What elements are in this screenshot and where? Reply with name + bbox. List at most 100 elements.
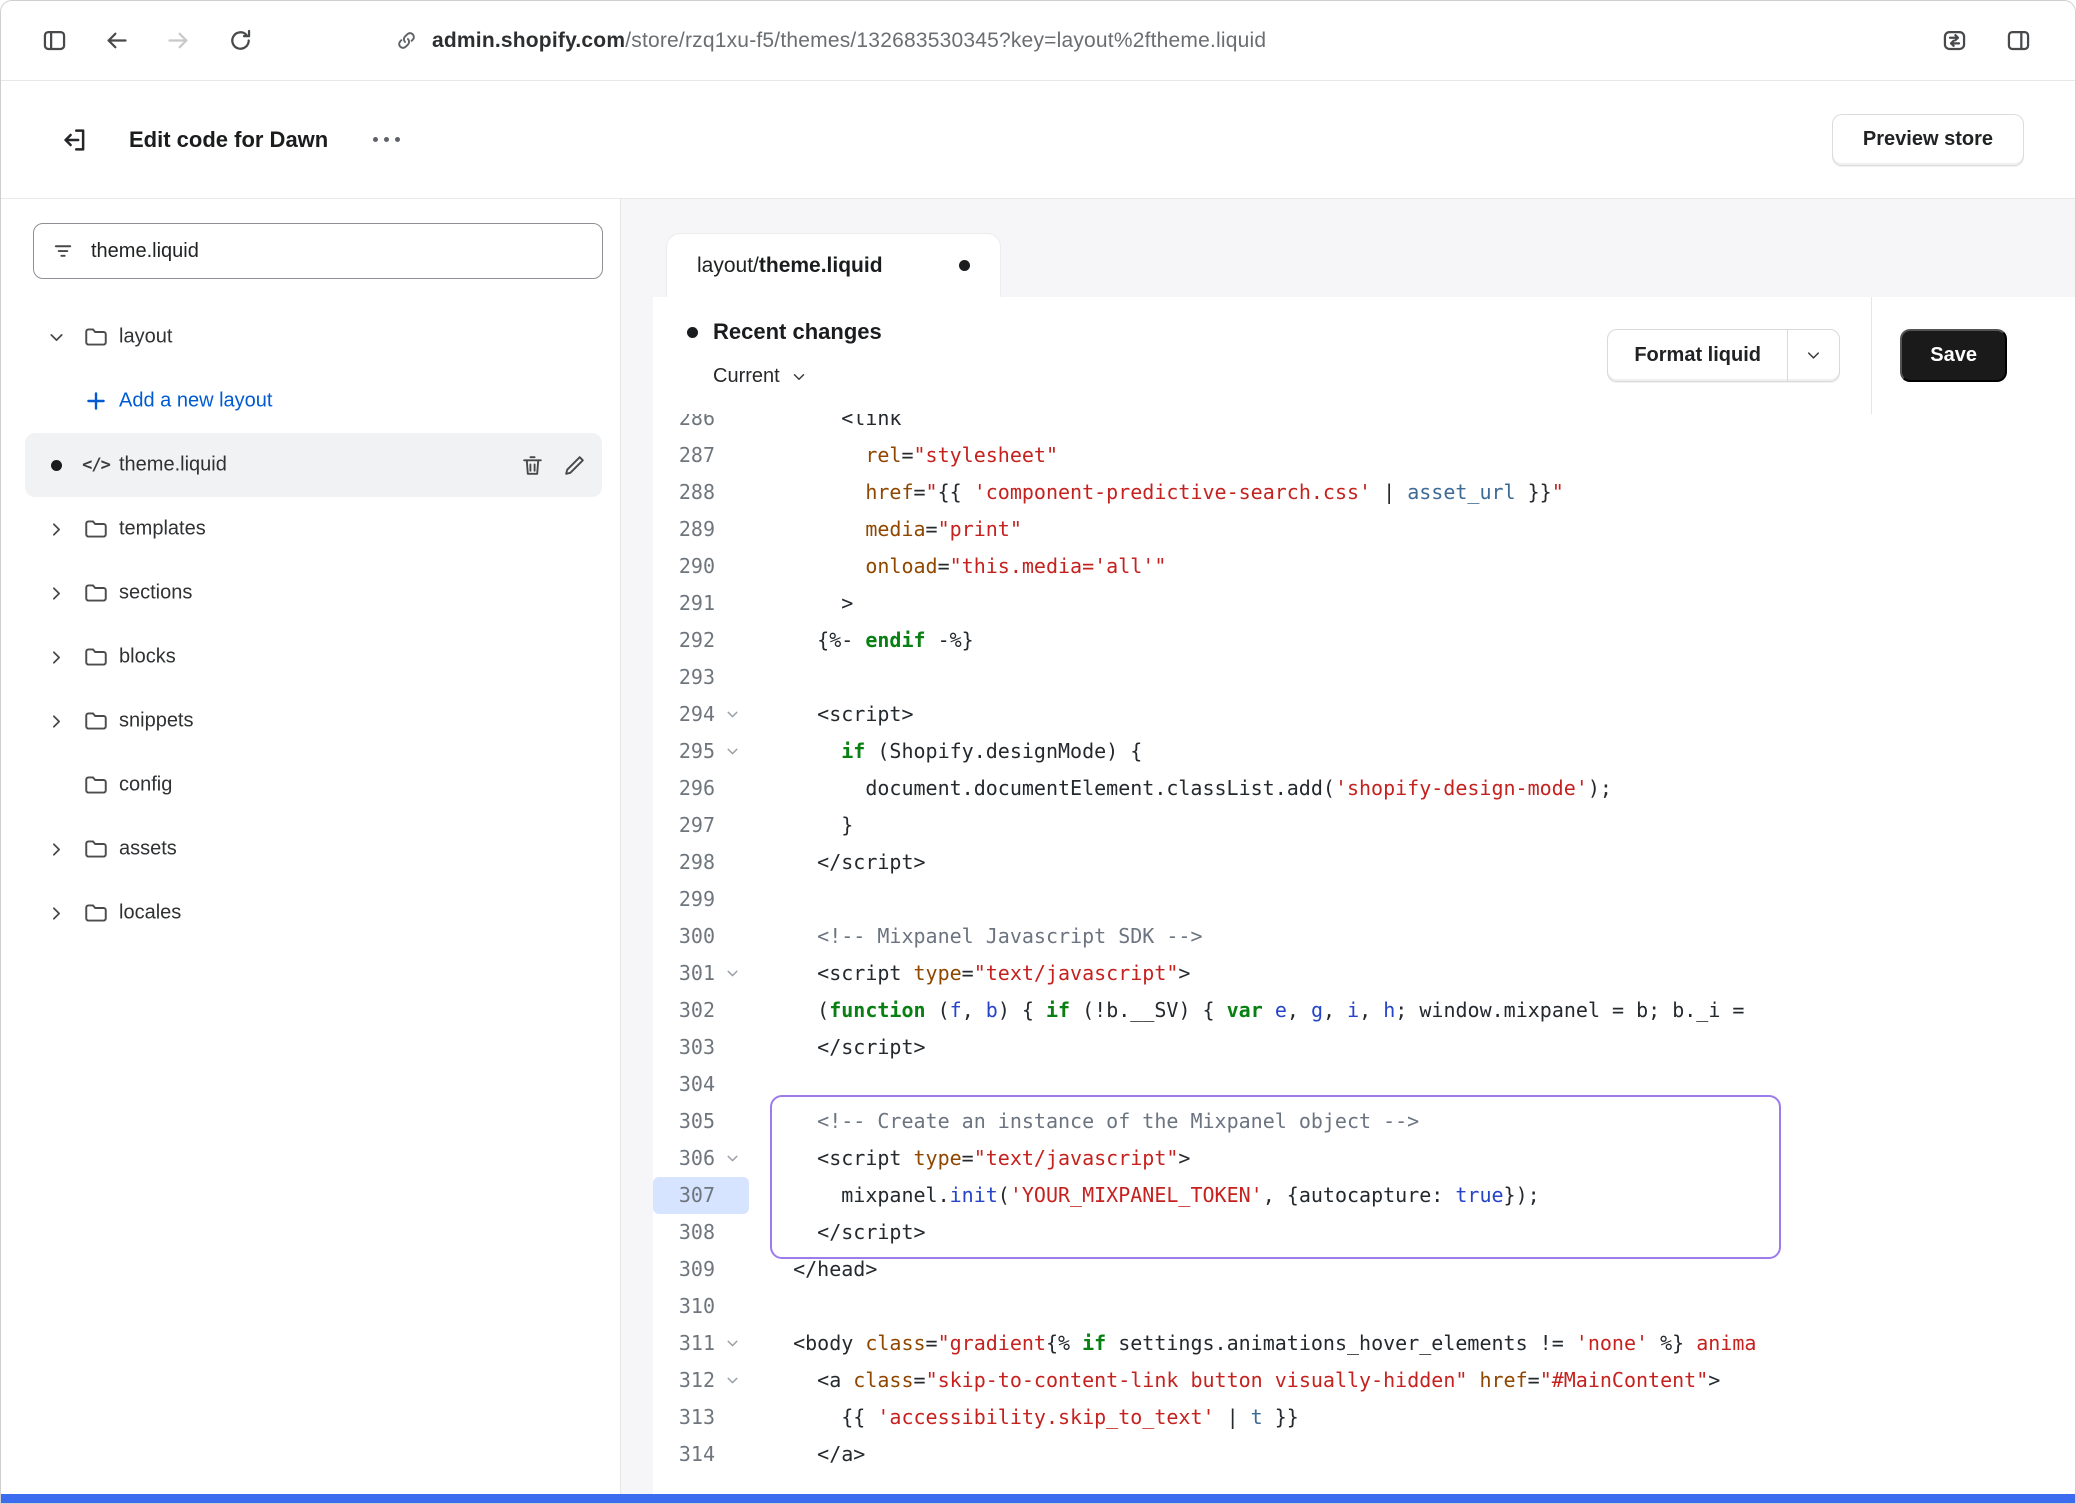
line-number[interactable]: 307 — [653, 1177, 715, 1214]
line-number[interactable]: 313 — [653, 1399, 715, 1436]
code-line[interactable]: 292 {%- endif -%} — [653, 622, 2075, 659]
tree-row-add-a-new-layout[interactable]: Add a new layout — [25, 369, 602, 433]
line-number[interactable]: 288 — [653, 474, 715, 511]
line-number[interactable]: 294 — [653, 696, 715, 733]
code-line[interactable]: 291 > — [653, 585, 2075, 622]
line-number[interactable]: 314 — [653, 1436, 715, 1473]
code-line[interactable]: 312 <a class="skip-to-content-link butto… — [653, 1362, 2075, 1399]
line-number[interactable]: 304 — [653, 1066, 715, 1103]
code-line[interactable]: 286 <link — [653, 414, 2075, 437]
line-number[interactable]: 286 — [653, 414, 715, 437]
tab-switcher-icon[interactable] — [1937, 24, 1971, 58]
tree-row-assets[interactable]: assets — [25, 817, 602, 881]
file-search-input[interactable] — [91, 240, 584, 263]
chevron-right-icon[interactable] — [43, 644, 69, 670]
code-line[interactable]: 297 } — [653, 807, 2075, 844]
code-line[interactable]: 293 — [653, 659, 2075, 696]
tree-row-theme-liquid[interactable]: </>theme.liquid — [25, 433, 602, 497]
code-line[interactable]: 309 </head> — [653, 1251, 2075, 1288]
line-number[interactable]: 302 — [653, 992, 715, 1029]
trash-button[interactable] — [517, 450, 547, 480]
preview-store-button[interactable]: Preview store — [1832, 114, 2024, 166]
tree-row-sections[interactable]: sections — [25, 561, 602, 625]
code-line[interactable]: 300 <!-- Mixpanel Javascript SDK --> — [653, 918, 2075, 955]
code-line[interactable]: 311 <body class="gradient{% if settings.… — [653, 1325, 2075, 1362]
code-line[interactable]: 294 <script> — [653, 696, 2075, 733]
format-options-button[interactable] — [1787, 330, 1839, 381]
code-line[interactable]: 305 <!-- Create an instance of the Mixpa… — [653, 1103, 2075, 1140]
exit-icon[interactable] — [55, 120, 95, 160]
save-button[interactable]: Save — [1900, 329, 2007, 382]
tree-row-blocks[interactable]: blocks — [25, 625, 602, 689]
code-line[interactable]: 313 {{ 'accessibility.skip_to_text' | t … — [653, 1399, 2075, 1436]
tree-row-locales[interactable]: locales — [25, 881, 602, 945]
chevron-right-icon[interactable] — [43, 516, 69, 542]
code-line[interactable]: 296 document.documentElement.classList.a… — [653, 770, 2075, 807]
line-number[interactable]: 290 — [653, 548, 715, 585]
address-bar[interactable]: admin.shopify.com/store/rzq1xu-f5/themes… — [395, 29, 1266, 53]
tree-row-snippets[interactable]: snippets — [25, 689, 602, 753]
more-icon[interactable] — [370, 120, 403, 160]
pencil-button[interactable] — [559, 450, 589, 480]
tree-label[interactable]: Add a new layout — [119, 390, 272, 413]
version-dropdown[interactable]: Current — [713, 365, 808, 388]
line-number[interactable]: 292 — [653, 622, 715, 659]
code-line[interactable]: 310 — [653, 1288, 2075, 1325]
line-number[interactable]: 309 — [653, 1251, 715, 1288]
code-line[interactable]: 302 (function (f, b) { if (!b.__SV) { va… — [653, 992, 2075, 1029]
file-filter-box[interactable] — [33, 223, 603, 279]
fold-chevron-icon[interactable] — [715, 955, 749, 992]
line-number[interactable]: 297 — [653, 807, 715, 844]
line-number[interactable]: 310 — [653, 1288, 715, 1325]
code-line[interactable]: 308 </script> — [653, 1214, 2075, 1251]
code-line[interactable]: 289 media="print" — [653, 511, 2075, 548]
chevron-right-icon[interactable] — [43, 900, 69, 926]
code-editor[interactable]: 286 <link287 rel="stylesheet"288 href="{… — [653, 414, 2075, 1494]
line-number[interactable]: 300 — [653, 918, 715, 955]
line-number[interactable]: 301 — [653, 955, 715, 992]
code-line[interactable]: 303 </script> — [653, 1029, 2075, 1066]
code-line[interactable]: 304 — [653, 1066, 2075, 1103]
line-number[interactable]: 299 — [653, 881, 715, 918]
fold-chevron-icon[interactable] — [715, 1140, 749, 1177]
line-number[interactable]: 311 — [653, 1325, 715, 1362]
line-number[interactable]: 303 — [653, 1029, 715, 1066]
code-line[interactable]: 295 if (Shopify.designMode) { — [653, 733, 2075, 770]
line-number[interactable]: 308 — [653, 1214, 715, 1251]
tree-row-config[interactable]: config — [25, 753, 602, 817]
line-number[interactable]: 293 — [653, 659, 715, 696]
line-number[interactable]: 298 — [653, 844, 715, 881]
code-line[interactable]: 290 onload="this.media='all'" — [653, 548, 2075, 585]
tab-theme-liquid[interactable]: layout/ theme.liquid — [666, 233, 1001, 297]
fold-chevron-icon[interactable] — [715, 1325, 749, 1362]
sidebar-toggle-icon[interactable] — [37, 24, 71, 58]
line-number[interactable]: 291 — [653, 585, 715, 622]
code-line[interactable]: 314 </a> — [653, 1436, 2075, 1473]
back-icon[interactable] — [99, 24, 133, 58]
fold-chevron-icon[interactable] — [715, 696, 749, 733]
line-number[interactable]: 295 — [653, 733, 715, 770]
code-line[interactable]: 287 rel="stylesheet" — [653, 437, 2075, 474]
code-line[interactable]: 299 — [653, 881, 2075, 918]
code-line[interactable]: 306 <script type="text/javascript"> — [653, 1140, 2075, 1177]
reload-icon[interactable] — [223, 24, 257, 58]
chevron-down-icon[interactable] — [43, 324, 69, 350]
chevron-right-icon[interactable] — [43, 836, 69, 862]
format-liquid-button[interactable]: Format liquid — [1607, 329, 1840, 382]
line-number[interactable]: 289 — [653, 511, 715, 548]
code-line[interactable]: 298 </script> — [653, 844, 2075, 881]
panel-toggle-icon[interactable] — [2001, 24, 2035, 58]
code-line[interactable]: 307 mixpanel.init('YOUR_MIXPANEL_TOKEN',… — [653, 1177, 2075, 1214]
tree-row-templates[interactable]: templates — [25, 497, 602, 561]
line-number[interactable]: 287 — [653, 437, 715, 474]
code-line[interactable]: 301 <script type="text/javascript"> — [653, 955, 2075, 992]
chevron-right-icon[interactable] — [43, 708, 69, 734]
fold-chevron-icon[interactable] — [715, 1362, 749, 1399]
tree-row-layout[interactable]: layout — [25, 305, 602, 369]
line-number[interactable]: 312 — [653, 1362, 715, 1399]
line-number[interactable]: 306 — [653, 1140, 715, 1177]
code-line[interactable]: 288 href="{{ 'component-predictive-searc… — [653, 474, 2075, 511]
fold-chevron-icon[interactable] — [715, 733, 749, 770]
line-number[interactable]: 296 — [653, 770, 715, 807]
chevron-right-icon[interactable] — [43, 580, 69, 606]
